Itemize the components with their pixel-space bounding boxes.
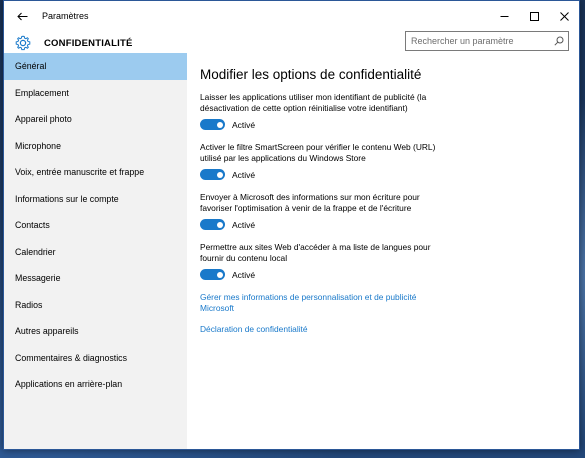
search-button[interactable] [550, 36, 568, 46]
toggle-row: Activé [200, 169, 440, 180]
toggle-knob [216, 271, 223, 278]
sidebar-item-feedback[interactable]: Commentaires & diagnostics [4, 345, 187, 372]
setting-description: Activer le filtre SmartScreen pour vérif… [200, 142, 436, 163]
toggle-state-label: Activé [232, 269, 256, 280]
page-title: Modifier les options de confidentialité [200, 67, 422, 82]
title-bar: Paramètres [4, 1, 579, 31]
setting-description: Permettre aux sites Web d'accéder à ma l… [200, 242, 431, 263]
sidebar-item-camera[interactable]: Appareil photo [4, 106, 187, 133]
sidebar-item-messaging[interactable]: Messagerie [4, 265, 187, 292]
minimize-icon [500, 15, 508, 17]
maximize-button[interactable] [519, 1, 549, 31]
app-header: CONFIDENTIALITÉ [4, 31, 579, 55]
setting-language-list: Permettre aux sites Web d'accéder à ma l… [200, 242, 440, 280]
section-title: CONFIDENTIALITÉ [44, 37, 133, 49]
privacy-statement-link[interactable]: Déclaration de confidentialité [200, 324, 440, 335]
back-button[interactable] [4, 1, 40, 31]
search-box[interactable] [405, 31, 569, 51]
sidebar-item-microphone[interactable]: Microphone [4, 133, 187, 160]
toggle-knob [216, 121, 223, 128]
toggle-state-label: Activé [232, 169, 256, 180]
setting-advertising-id: Laisser les applications utiliser mon id… [200, 92, 440, 130]
smartscreen-toggle[interactable] [200, 169, 225, 180]
writing-info-toggle[interactable] [200, 219, 225, 230]
setting-description: Laisser les applications utiliser mon id… [200, 92, 427, 113]
toggle-row: Activé [200, 219, 440, 230]
setting-writing-info: Envoyer à Microsoft des informations sur… [200, 192, 440, 230]
manage-ads-info-link[interactable]: Gérer mes informations de personnalisati… [200, 292, 440, 314]
sidebar-item-general[interactable]: Général [4, 53, 187, 80]
main-content: Modifier les options de confidentialité … [187, 53, 579, 449]
sidebar-item-other-devices[interactable]: Autres appareils [4, 318, 187, 345]
toggle-state-label: Activé [232, 219, 256, 230]
toggle-row: Activé [200, 119, 440, 130]
sidebar: Général Emplacement Appareil photo Micro… [4, 53, 187, 449]
setting-smartscreen: Activer le filtre SmartScreen pour vérif… [200, 142, 440, 180]
toggle-knob [216, 171, 223, 178]
minimize-button[interactable] [489, 1, 519, 31]
window-controls [489, 1, 579, 31]
search-input[interactable] [406, 32, 550, 50]
sidebar-item-account-info[interactable]: Informations sur le compte [4, 186, 187, 213]
window-title: Paramètres [42, 11, 89, 21]
settings-window: Paramètres CONFIDENTIALITÉ Rechercher un… [3, 0, 580, 450]
sidebar-item-location[interactable]: Emplacement [4, 80, 187, 107]
language-list-toggle[interactable] [200, 269, 225, 280]
body-area: Général Emplacement Appareil photo Micro… [4, 53, 579, 449]
gear-icon [15, 35, 31, 51]
close-icon [559, 11, 569, 21]
sidebar-item-radios[interactable]: Radios [4, 292, 187, 319]
setting-description: Envoyer à Microsoft des informations sur… [200, 192, 420, 213]
toggle-state-label: Activé [232, 119, 256, 130]
close-button[interactable] [549, 1, 579, 31]
maximize-icon [529, 11, 539, 21]
sidebar-item-speech[interactable]: Voix, entrée manuscrite et frappe [4, 159, 187, 186]
sidebar-item-calendar[interactable]: Calendrier [4, 239, 187, 266]
toggle-knob [216, 221, 223, 228]
toggle-row: Activé [200, 269, 440, 280]
sidebar-item-background-apps[interactable]: Applications en arrière-plan [4, 371, 187, 398]
search-icon [554, 36, 564, 46]
sidebar-item-contacts[interactable]: Contacts [4, 212, 187, 239]
advertising-id-toggle[interactable] [200, 119, 225, 130]
arrow-left-icon [16, 12, 27, 20]
